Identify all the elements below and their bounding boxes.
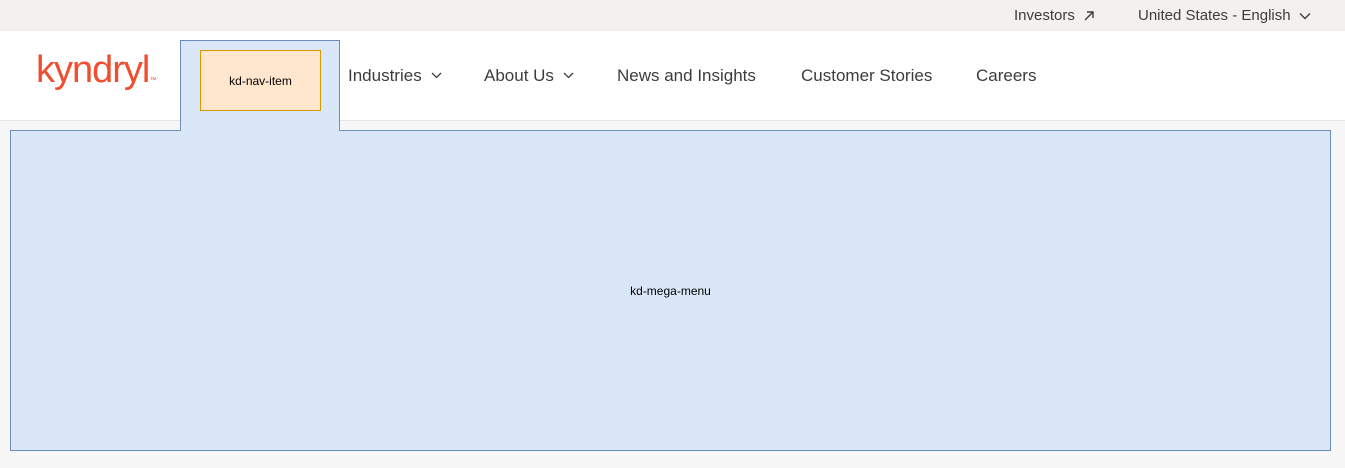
- kd-nav-item[interactable]: kd-nav-item: [200, 50, 321, 111]
- locale-label: United States - English: [1138, 7, 1291, 24]
- logo-tm: ™: [149, 77, 157, 84]
- nav-item-news-and-insights[interactable]: News and Insights: [617, 31, 756, 120]
- nav-item-label: News and Insights: [617, 65, 756, 85]
- page: Investors United States - English kyndry…: [0, 0, 1345, 468]
- nav-item-careers[interactable]: Careers: [976, 31, 1036, 120]
- nav-item-label: Industries: [348, 65, 422, 85]
- chevron-down-icon: [431, 72, 442, 79]
- nav-item-label: Careers: [976, 65, 1037, 85]
- chevron-down-icon: [1299, 12, 1311, 19]
- utility-bar: Investors United States - English: [0, 0, 1345, 31]
- chevron-down-icon: [563, 72, 574, 79]
- investors-label: Investors: [1014, 7, 1075, 24]
- nav-item-customer-stories[interactable]: Customer Stories: [801, 31, 932, 120]
- nav-item-about-us[interactable]: About Us: [484, 31, 574, 120]
- logo-text: kyndryl: [36, 49, 150, 91]
- mega-menu-joint: [181, 129, 339, 132]
- locale-selector[interactable]: United States - English: [1138, 0, 1311, 31]
- nav-item-label: About Us: [484, 65, 554, 85]
- nav-item-industries[interactable]: Industries: [348, 31, 442, 120]
- mega-menu-placeholder-label: kd-mega-menu: [630, 283, 711, 298]
- arrow-up-right-icon: [1084, 10, 1094, 20]
- nav-item-placeholder-label: kd-nav-item: [229, 73, 292, 88]
- nav-item-label: Customer Stories: [801, 65, 933, 85]
- kd-mega-menu: kd-mega-menu: [10, 130, 1331, 451]
- kyndryl-logo[interactable]: kyndryl™: [36, 51, 156, 89]
- investors-link[interactable]: Investors: [1014, 0, 1095, 31]
